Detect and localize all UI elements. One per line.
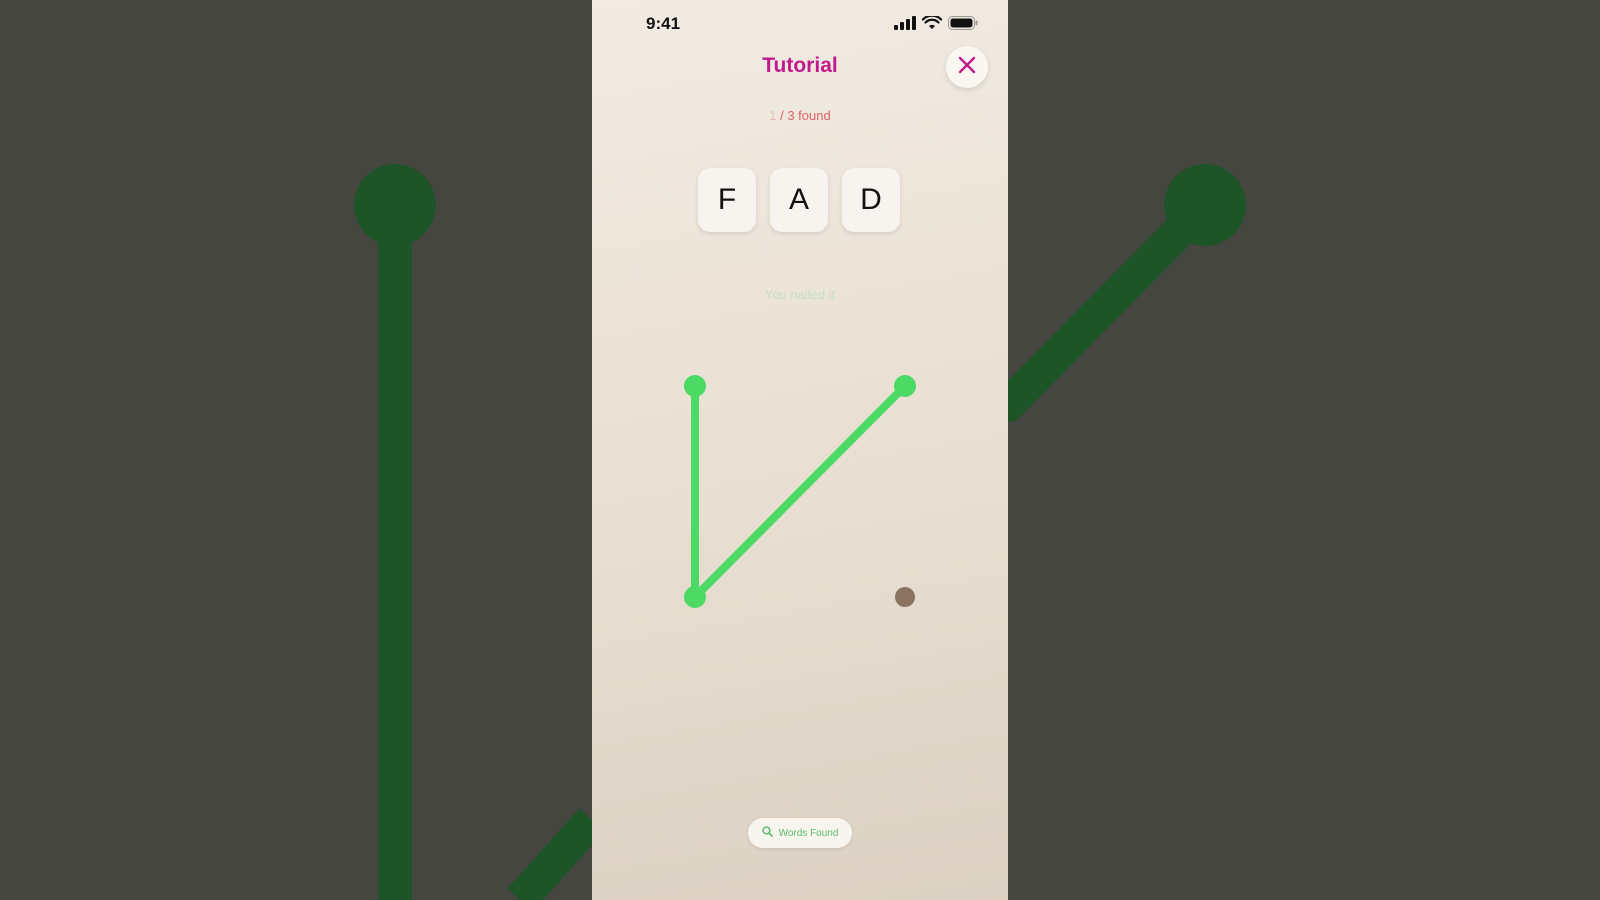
words-found-label: Words Found xyxy=(778,827,839,839)
words-found-button[interactable]: Words Found xyxy=(748,818,852,848)
board-node-bottom-right[interactable] xyxy=(895,587,915,607)
letter-board xyxy=(684,375,916,608)
phone-screen: 9:41 Tutorial 1 / 3 found F A D You nail… xyxy=(592,0,1008,900)
board-node-top-right[interactable] xyxy=(894,375,916,397)
board-node-top-left[interactable] xyxy=(684,375,706,397)
board-node-bottom-left[interactable] xyxy=(684,586,706,608)
path-segment xyxy=(691,382,909,601)
search-icon xyxy=(761,826,773,840)
